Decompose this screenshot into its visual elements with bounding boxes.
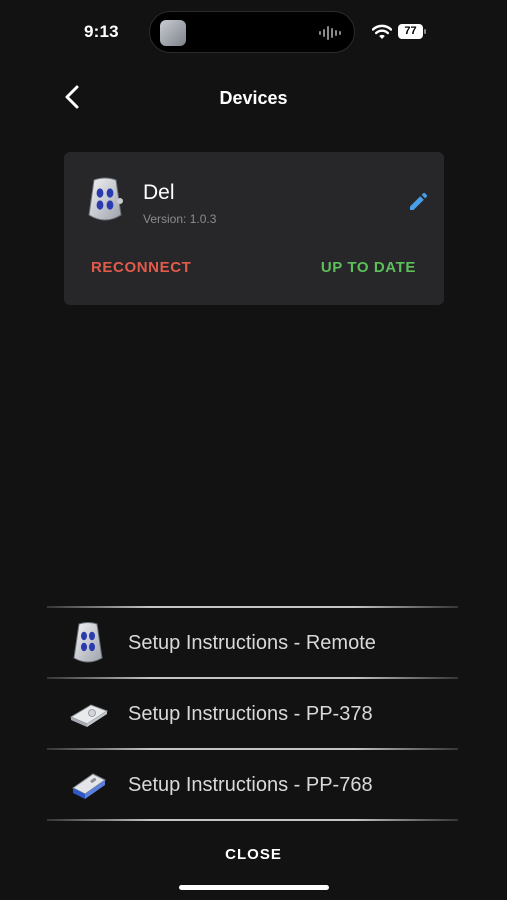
wifi-icon (372, 24, 392, 39)
home-indicator (179, 885, 329, 890)
status-time: 9:13 (84, 22, 119, 41)
pp768-device-icon (72, 773, 106, 799)
now-playing-thumbnail (160, 20, 186, 46)
battery-level: 77 (398, 24, 423, 39)
device-card: Del Version: 1.0.3 RECONNECT UP TO DATE (64, 152, 444, 305)
device-name: Del (143, 181, 175, 204)
audio-wave-icon (319, 26, 341, 40)
close-button[interactable]: CLOSE (0, 846, 507, 863)
dynamic-island (149, 11, 355, 53)
reconnect-button[interactable]: RECONNECT (91, 259, 191, 276)
setup-item-label: Setup Instructions - Remote (128, 632, 376, 654)
device-version: Version: 1.0.3 (143, 212, 217, 226)
divider (47, 819, 458, 821)
setup-item-remote[interactable]: Setup Instructions - Remote (47, 608, 458, 677)
setup-item-label: Setup Instructions - PP-378 (128, 703, 373, 725)
battery-tip (424, 29, 426, 34)
setup-item-pp-378[interactable]: Setup Instructions - PP-378 (47, 679, 458, 748)
pencil-icon[interactable] (406, 190, 430, 214)
setup-item-pp-768[interactable]: Setup Instructions - PP-768 (47, 750, 458, 819)
page-title: Devices (219, 88, 288, 108)
remote-icon (88, 177, 123, 221)
pp378-device-icon (69, 704, 109, 727)
battery-indicator: 77 (398, 24, 426, 39)
remote-icon (73, 622, 103, 663)
setup-item-label: Setup Instructions - PP-768 (128, 774, 373, 796)
update-status-label: UP TO DATE (320, 259, 416, 276)
setup-instructions-list: Setup Instructions - Remote Setup Instru… (47, 606, 458, 821)
